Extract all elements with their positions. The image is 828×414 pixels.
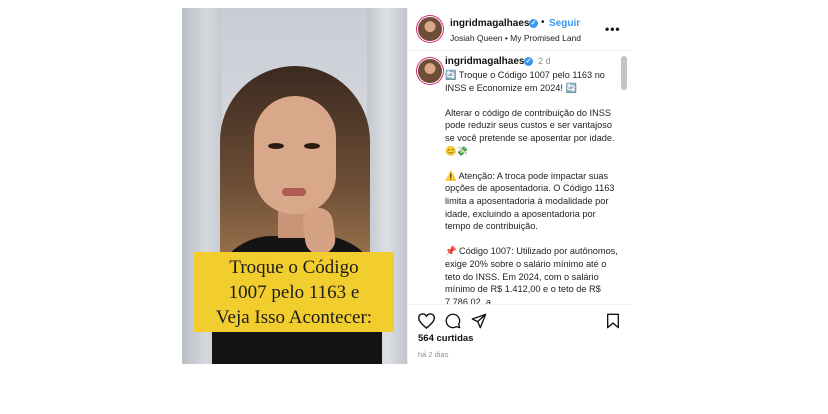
caption-paragraph: Alterar o código de contribuição do INSS… (445, 107, 615, 156)
person-lips (282, 188, 306, 196)
caption-paragraph: ⚠️ Atenção: A troca pode impactar suas o… (445, 170, 615, 232)
person-eye-right (304, 143, 320, 149)
caption-comment: ingridmagalhaes ✓ 2 d 🔄 Troque o Código … (408, 51, 632, 304)
comment-icon[interactable] (445, 313, 461, 329)
verified-badge-icon: ✓ (524, 57, 533, 66)
caption-time: 2 d (538, 56, 551, 66)
person-eye-left (268, 143, 284, 149)
like-count[interactable]: 564 curtidas (418, 333, 473, 344)
post-actions: 564 curtidas há 2 dias (408, 304, 632, 365)
header-username[interactable]: ingridmagalhaes (450, 18, 529, 29)
image-overlay-caption: Troque o Código 1007 pelo 1163 e Veja Is… (194, 252, 394, 332)
avatar[interactable] (418, 17, 442, 41)
caption-username[interactable]: ingridmagalhaes (445, 56, 524, 67)
post-side-panel: ingridmagalhaes ✓ • Seguir Josiah Queen … (407, 8, 632, 364)
follow-button[interactable]: Seguir (549, 18, 580, 29)
caption-paragraph: 🔄 Troque o Código 1007 pelo 1163 no INSS… (445, 70, 605, 93)
overlay-line: 1007 pelo 1163 e (228, 281, 360, 303)
overlay-line: Veja Isso Acontecer: (215, 306, 373, 328)
more-options-icon[interactable]: ••• (605, 22, 621, 36)
separator-dot: • (541, 17, 545, 28)
post-header: ingridmagalhaes ✓ • Seguir Josiah Queen … (408, 8, 632, 51)
post-image[interactable]: Troque o Código 1007 pelo 1163 e Veja Is… (182, 8, 407, 364)
caption-avatar[interactable] (418, 59, 442, 83)
person-face (254, 96, 336, 214)
heart-icon[interactable] (418, 313, 435, 329)
audio-track[interactable]: Josiah Queen • My Promised Land (450, 33, 581, 43)
verified-badge-icon: ✓ (529, 19, 538, 28)
send-icon[interactable] (471, 313, 487, 329)
overlay-line: Troque o Código (229, 256, 359, 278)
post-age: há 2 dias (418, 350, 449, 359)
scrollbar-thumb[interactable] (621, 56, 627, 90)
caption-paragraph: 📌 Código 1007: Utilizado por autônomos, … (445, 246, 618, 304)
bookmark-icon[interactable] (606, 313, 620, 329)
caption-text: 🔄 Troque o Código 1007 pelo 1163 no INSS… (445, 69, 621, 304)
